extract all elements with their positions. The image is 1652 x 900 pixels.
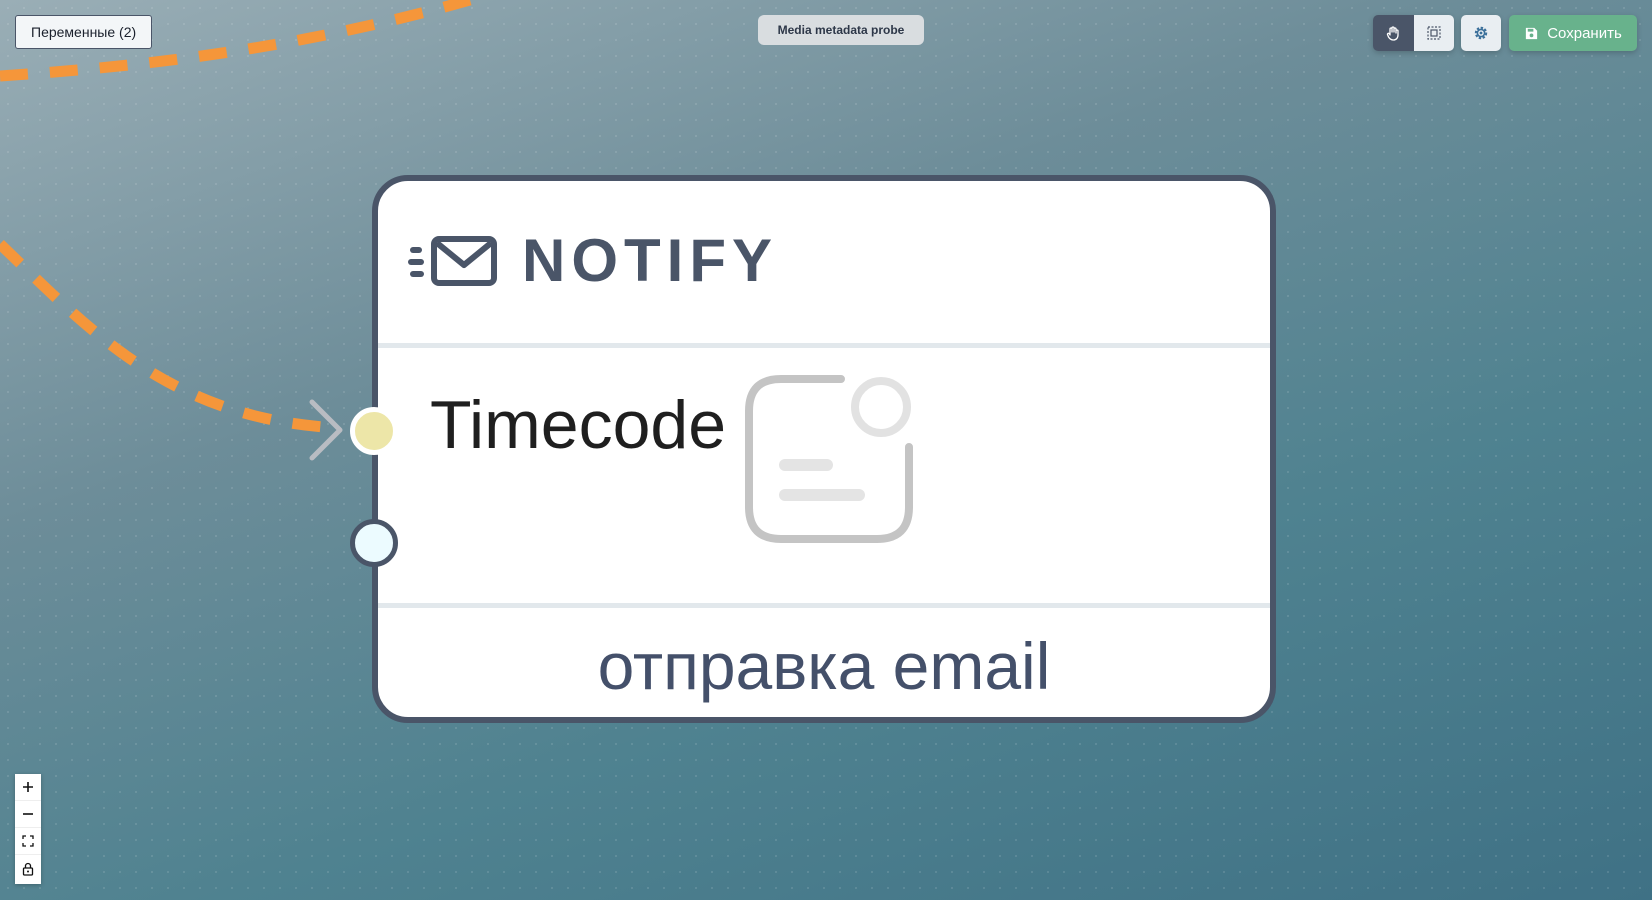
notify-node[interactable]: NOTIFY Timecode отправка email: [372, 175, 1276, 723]
hand-icon: [1387, 26, 1399, 41]
input-port-handle[interactable]: [350, 407, 398, 455]
zoom-controls: [15, 774, 41, 884]
envelope-fast-icon: [408, 236, 497, 286]
save-button[interactable]: Сохранить: [1509, 15, 1637, 51]
input-port-label: Timecode: [430, 387, 727, 463]
settings-button[interactable]: [1461, 15, 1501, 51]
select-tool-button[interactable]: [1413, 15, 1454, 51]
output-port-handle[interactable]: [350, 519, 398, 567]
selection-box-icon: [1427, 26, 1441, 40]
node-footer: отправка email: [378, 608, 1270, 717]
save-button-label: Сохранить: [1547, 24, 1622, 42]
variables-button[interactable]: Переменные (2): [15, 15, 153, 49]
node-divider: [378, 343, 1270, 348]
canvas-tool-group: [1373, 15, 1454, 51]
pan-tool-button[interactable]: [1373, 15, 1414, 51]
notification-card-icon: [745, 375, 913, 543]
fit-view-button[interactable]: [15, 828, 41, 855]
zoom-out-button[interactable]: [15, 801, 41, 828]
lock-button[interactable]: [15, 855, 41, 882]
zoom-in-button[interactable]: [15, 774, 41, 801]
variables-button-label: Переменные (2): [31, 24, 137, 40]
node-header: NOTIFY: [378, 181, 1270, 343]
flow-title-label: Media metadata probe: [777, 23, 905, 37]
node-description: отправка email: [597, 628, 1051, 703]
edge-to-timecode[interactable]: [0, 240, 341, 434]
node-type-title: NOTIFY: [522, 227, 778, 294]
fit-view-icon: [22, 835, 34, 847]
gear-icon: [1474, 26, 1488, 40]
flow-title: Media metadata probe: [758, 15, 924, 45]
floppy-disk-icon: [1526, 27, 1538, 39]
minus-icon: [23, 813, 33, 815]
plus-icon: [23, 782, 33, 792]
lock-icon: [22, 862, 34, 876]
